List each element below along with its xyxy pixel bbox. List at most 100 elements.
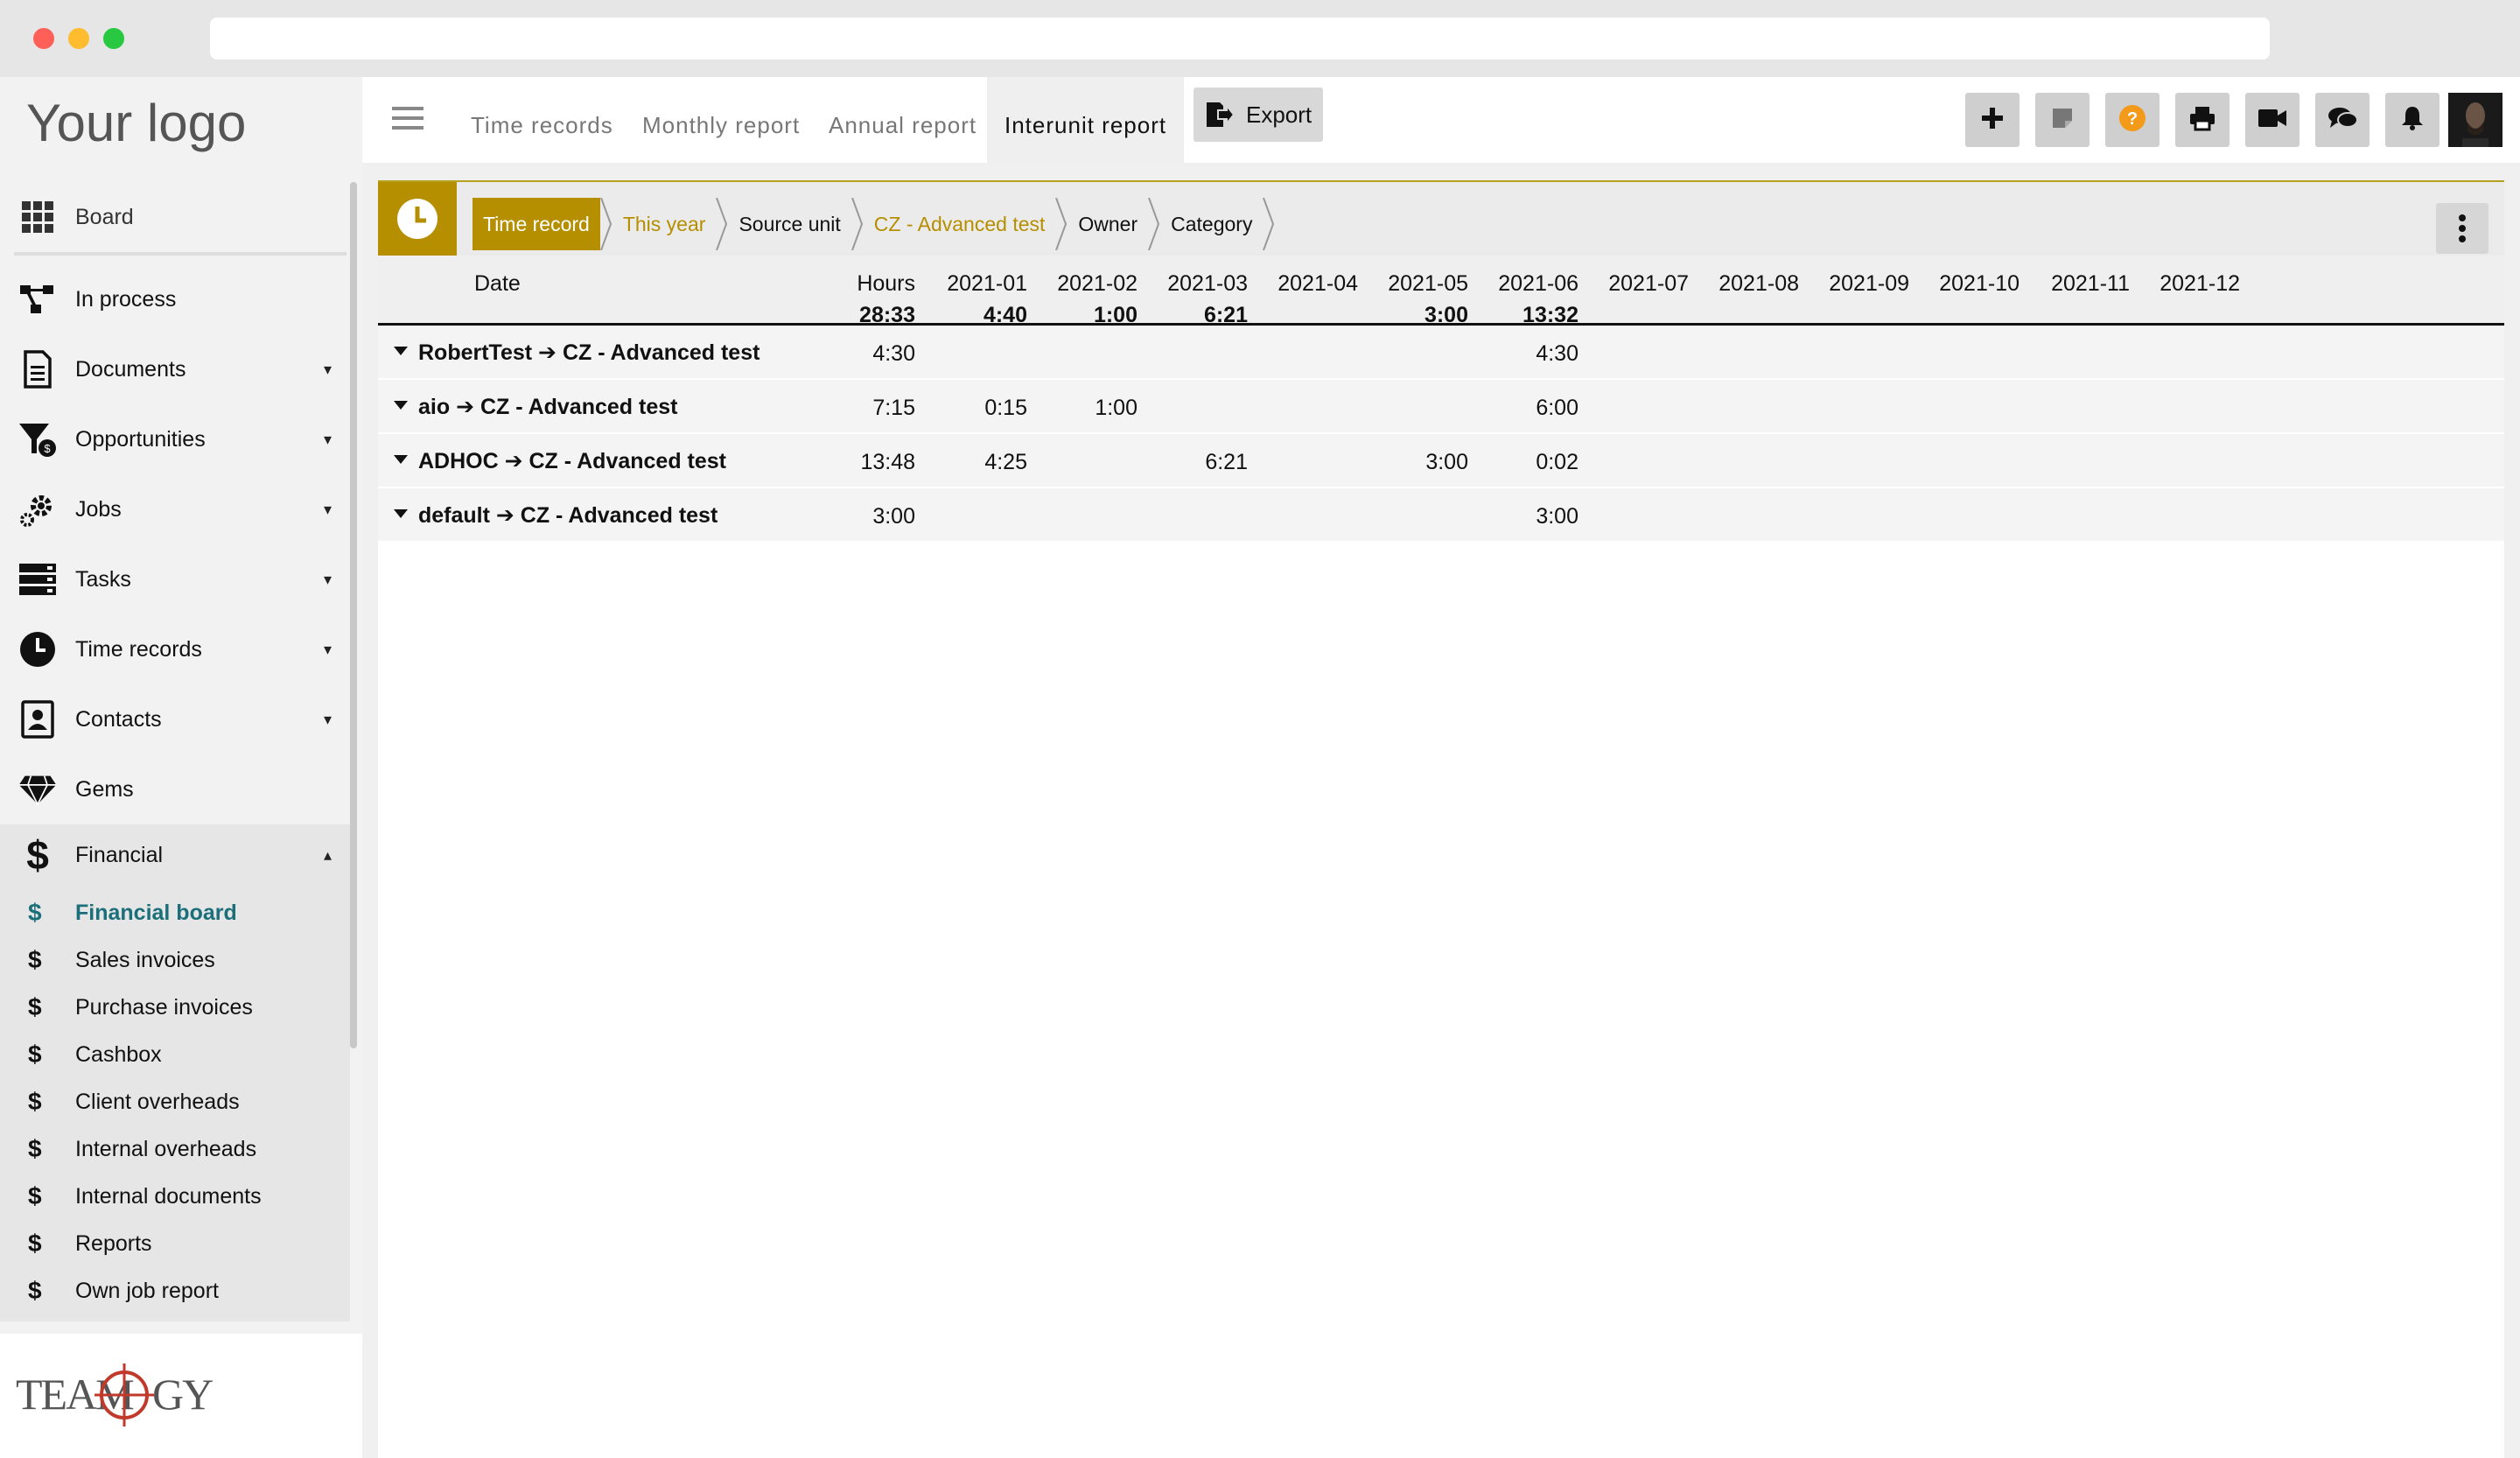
chat-button[interactable] [2315,93,2370,147]
table-row[interactable]: default ➔ CZ - Advanced test 3:00 3:00 [378,488,2504,543]
maximize-window-button[interactable] [103,28,124,49]
breadcrumb-item[interactable]: Owner [1068,198,1148,250]
hamburger-menu-icon[interactable] [392,107,424,130]
chevron-down-icon[interactable]: ▾ [324,641,332,659]
row-month-value: 6:00 [1536,396,1578,420]
more-options-icon[interactable] [2436,203,2488,254]
chevron-down-icon[interactable]: ▾ [324,501,332,519]
expand-caret-icon[interactable] [394,347,408,355]
sidebar-item-board[interactable]: Board [0,182,350,252]
sidebar-item-time-records[interactable]: Time records ▾ [0,614,350,684]
sidebar-scrollbar[interactable] [350,182,357,1048]
notifications-button[interactable] [2385,93,2440,147]
sidebar-item-label: In process [75,286,177,312]
breadcrumb-item[interactable]: Category [1160,198,1263,250]
dollar-icon: $ [28,993,42,1020]
video-button[interactable] [2245,93,2300,147]
column-header-month[interactable]: 2021-10 [1923,271,2020,297]
column-header-month[interactable]: 2021-06 [1482,271,1578,297]
avatar[interactable] [2448,93,2502,147]
video-icon [2257,107,2288,134]
row-month-value: 0:15 [984,396,1027,420]
breadcrumb-item[interactable]: Time record [472,198,600,250]
column-header-month[interactable]: 2021-02 [1041,271,1138,297]
contacts-icon [18,699,58,740]
minimize-window-button[interactable] [68,28,89,49]
row-hours: 13:48 [860,450,915,474]
column-header-month[interactable]: 2021-03 [1152,271,1248,297]
chevron-down-icon[interactable]: ▾ [324,361,332,379]
breadcrumb-item[interactable]: This year [612,198,717,250]
column-header-month[interactable]: 2021-09 [1813,271,1909,297]
breadcrumb-separator-icon [1148,198,1160,250]
sidebar-subitem-client-overheads[interactable]: $ Client overheads [0,1078,350,1125]
sidebar-item-jobs[interactable]: Jobs ▾ [0,474,350,544]
clock-icon [18,629,58,669]
column-header-month[interactable]: 2021-05 [1372,271,1468,297]
brand-text-right: GY [152,1370,213,1419]
column-header-hours[interactable]: Hours [833,271,915,297]
sidebar-item-tasks[interactable]: Tasks ▾ [0,544,350,614]
breadcrumb-label: Category [1171,213,1253,235]
export-button[interactable]: Export [1194,88,1323,142]
gear-icon [18,489,58,529]
note-button[interactable] [2035,93,2090,147]
column-header-month[interactable]: 2021-11 [2034,271,2130,297]
sidebar-subitem-own-job-report[interactable]: $ Own job report [0,1267,350,1314]
dollar-icon: $ [28,1182,42,1209]
sidebar-item-opportunities[interactable]: $ Opportunities ▾ [0,404,350,474]
sidebar-item-contacts[interactable]: Contacts ▾ [0,684,350,754]
breadcrumb-item[interactable]: CZ - Advanced test [864,198,1056,250]
sidebar-item-in-process[interactable]: In process [0,264,350,334]
column-header-month[interactable]: 2021-01 [931,271,1027,297]
expand-caret-icon[interactable] [394,455,408,464]
tab-interunit-report[interactable]: Interunit report [987,77,1185,163]
tab-monthly-report[interactable]: Monthly report [642,77,800,163]
breadcrumb-label: CZ - Advanced test [873,213,1046,235]
table-body: RobertTest ➔ CZ - Advanced test 4:30 4:30 a… [378,326,2504,543]
sidebar-nav: Board In process Documents ▾ $ Opportuni… [0,182,350,1321]
expand-caret-icon[interactable] [394,509,408,518]
sidebar-subitem-sales-invoices[interactable]: $ Sales invoices [0,936,350,984]
column-header-month[interactable]: 2021-07 [1592,271,1689,297]
chevron-down-icon[interactable]: ▾ [324,711,332,729]
address-bar[interactable] [210,18,2270,60]
chevron-up-icon[interactable]: ▴ [324,846,332,865]
sidebar-subitem-reports[interactable]: $ Reports [0,1220,350,1267]
print-button[interactable] [2175,93,2230,147]
breadcrumb-label: Owner [1078,213,1138,235]
sidebar-subitem-internal-documents[interactable]: $ Internal documents [0,1173,350,1220]
breadcrumb-item[interactable]: Source unit [728,198,850,250]
add-button[interactable] [1965,93,2020,147]
filter-breadcrumb-bar: Time record This year Source unit CZ - A… [378,180,2504,256]
breadcrumb-separator-icon [716,198,728,250]
table-row[interactable]: aio ➔ CZ - Advanced test 7:15 0:15 1:00 6:00 [378,380,2504,434]
tab-time-records[interactable]: Time records [471,77,613,163]
sidebar-subitem-internal-overheads[interactable]: $ Internal overheads [0,1125,350,1173]
column-header-date[interactable]: Date [474,271,521,297]
dollar-icon: $ [28,1230,42,1257]
table-row[interactable]: ADHOC ➔ CZ - Advanced test 13:48 4:25 6:21 3… [378,434,2504,488]
sidebar-subitem-financial-board[interactable]: $ Financial board [0,889,350,936]
month-total: 1:00 [1093,303,1138,327]
chevron-down-icon[interactable]: ▾ [324,431,332,449]
close-window-button[interactable] [33,28,54,49]
dollar-icon: $ [28,1088,42,1115]
column-header-month[interactable]: 2021-04 [1262,271,1358,297]
tab-annual-report[interactable]: Annual report [829,77,976,163]
sidebar-item-financial[interactable]: $ Financial ▴ [0,824,350,886]
sidebar-item-documents[interactable]: Documents ▾ [0,334,350,404]
sidebar-item-gems[interactable]: Gems [0,754,350,824]
column-header-month[interactable]: 2021-12 [2144,271,2240,297]
column-header-month[interactable]: 2021-08 [1703,271,1799,297]
browser-chrome [0,0,2520,77]
row-name: aio ➔ CZ - Advanced test [418,395,678,419]
sidebar-subitem-cashbox[interactable]: $ Cashbox [0,1031,350,1078]
row-hours: 3:00 [872,504,915,529]
expand-caret-icon[interactable] [394,401,408,410]
help-button[interactable]: ? [2105,93,2160,147]
table-row[interactable]: RobertTest ➔ CZ - Advanced test 4:30 4:30 [378,326,2504,380]
sidebar-subitem-label: Client overheads [75,1089,240,1114]
sidebar-subitem-purchase-invoices[interactable]: $ Purchase invoices [0,984,350,1031]
chevron-down-icon[interactable]: ▾ [324,571,332,589]
